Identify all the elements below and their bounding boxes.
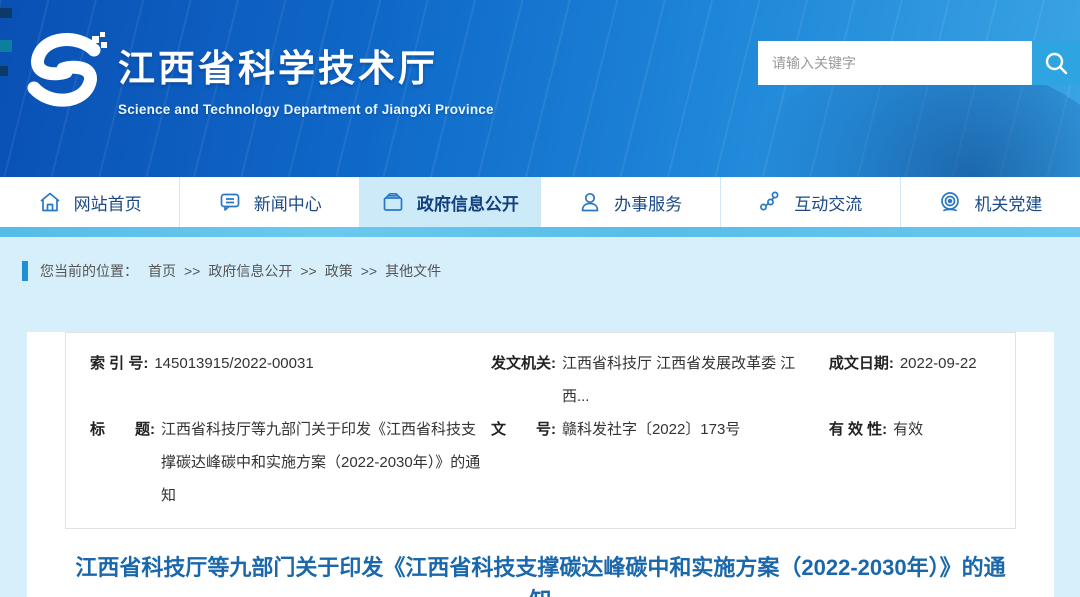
page: 江西省科学技术厅 Science and Technology Departme… — [0, 0, 1080, 597]
target-icon — [938, 190, 962, 214]
news-icon — [218, 190, 242, 214]
breadcrumb-link-other-docs[interactable]: 其他文件 — [385, 261, 441, 281]
field-value: 有效 — [893, 413, 923, 446]
article-title: 江西省科技厅等九部门关于印发《江西省科技支撑碳达峰碳中和实施方案（2022-20… — [71, 551, 1011, 597]
field-label: 成文日期: — [829, 347, 894, 380]
breadcrumb-link-gov-info[interactable]: 政府信息公开 — [208, 261, 292, 281]
nav-item-news[interactable]: 新闻中心 — [179, 177, 359, 227]
breadcrumb-separator: >> — [361, 263, 377, 279]
breadcrumb-prefix: 您当前的位置： — [40, 261, 138, 281]
person-icon — [578, 190, 602, 214]
field-doc-title: 标 题: 江西省科技厅等九部门关于印发《江西省科技支撑碳达峰碳中和实施方案（20… — [90, 413, 491, 512]
site-title: 江西省科学技术厅 — [118, 38, 494, 92]
main-nav: 网站首页 新闻中心 政府信息公开 办事服务 互动交流 — [0, 177, 1080, 227]
field-label: 标 题: — [90, 413, 155, 446]
nav-bottom-strip — [0, 227, 1080, 237]
home-icon — [38, 190, 62, 214]
breadcrumb: 您当前的位置： 首页 >> 政府信息公开 >> 政策 >> 其他文件 — [0, 237, 1080, 305]
search-button[interactable] — [1032, 41, 1080, 85]
field-doc-number: 文 号: 赣科发社字〔2022〕173号 — [491, 413, 829, 512]
field-index-number: 索 引 号: 145013915/2022-00031 — [90, 347, 491, 413]
field-value: 赣科发社字〔2022〕173号 — [562, 413, 740, 446]
site-header: 江西省科学技术厅 Science and Technology Departme… — [0, 0, 1080, 177]
breadcrumb-accent-bar — [22, 261, 28, 281]
site-logo-block[interactable]: 江西省科学技术厅 Science and Technology Departme… — [18, 24, 494, 117]
field-value: 江西省科技厅等九部门关于印发《江西省科技支撑碳达峰碳中和实施方案（2022-20… — [161, 413, 481, 512]
document-info-box: 索 引 号: 145013915/2022-00031 发文机关: 江西省科技厅… — [65, 332, 1016, 529]
nav-label: 网站首页 — [74, 190, 142, 215]
search-icon — [1043, 50, 1069, 76]
field-label: 发文机关: — [491, 347, 556, 380]
field-label: 索 引 号: — [90, 347, 148, 380]
site-logo-icon — [18, 24, 110, 116]
nav-item-interaction[interactable]: 互动交流 — [720, 177, 900, 227]
breadcrumb-link-home[interactable]: 首页 — [148, 261, 176, 281]
breadcrumb-separator: >> — [300, 263, 316, 279]
nav-item-services[interactable]: 办事服务 — [540, 177, 720, 227]
share-icon — [758, 190, 782, 214]
folder-icon — [381, 190, 405, 214]
field-value: 145013915/2022-00031 — [154, 347, 313, 380]
search-input[interactable] — [758, 41, 1032, 85]
nav-label: 政府信息公开 — [417, 190, 519, 215]
search-bar — [758, 41, 1080, 85]
field-issuing-agency: 发文机关: 江西省科技厅 江西省发展改革委 江西... — [491, 347, 829, 413]
field-written-date: 成文日期: 2022-09-22 — [829, 347, 991, 413]
field-label: 文 号: — [491, 413, 556, 446]
nav-item-party[interactable]: 机关党建 — [900, 177, 1080, 227]
field-value: 江西省科技厅 江西省发展改革委 江西... — [562, 347, 819, 413]
nav-item-gov-info[interactable]: 政府信息公开 — [359, 177, 539, 227]
breadcrumb-separator: >> — [184, 263, 200, 279]
nav-label: 互动交流 — [794, 190, 862, 215]
content-card: 索 引 号: 145013915/2022-00031 发文机关: 江西省科技厅… — [27, 332, 1054, 597]
breadcrumb-link-policy[interactable]: 政策 — [325, 261, 353, 281]
site-subtitle: Science and Technology Department of Jia… — [118, 102, 494, 117]
nav-item-home[interactable]: 网站首页 — [0, 177, 179, 227]
field-validity: 有 效 性: 有效 — [829, 413, 991, 512]
nav-label: 新闻中心 — [254, 190, 322, 215]
field-label: 有 效 性: — [829, 413, 887, 446]
page-body: 您当前的位置： 首页 >> 政府信息公开 >> 政策 >> 其他文件 索 引 号… — [0, 237, 1080, 597]
nav-label: 机关党建 — [974, 190, 1042, 215]
nav-label: 办事服务 — [614, 190, 682, 215]
field-value: 2022-09-22 — [900, 347, 977, 380]
